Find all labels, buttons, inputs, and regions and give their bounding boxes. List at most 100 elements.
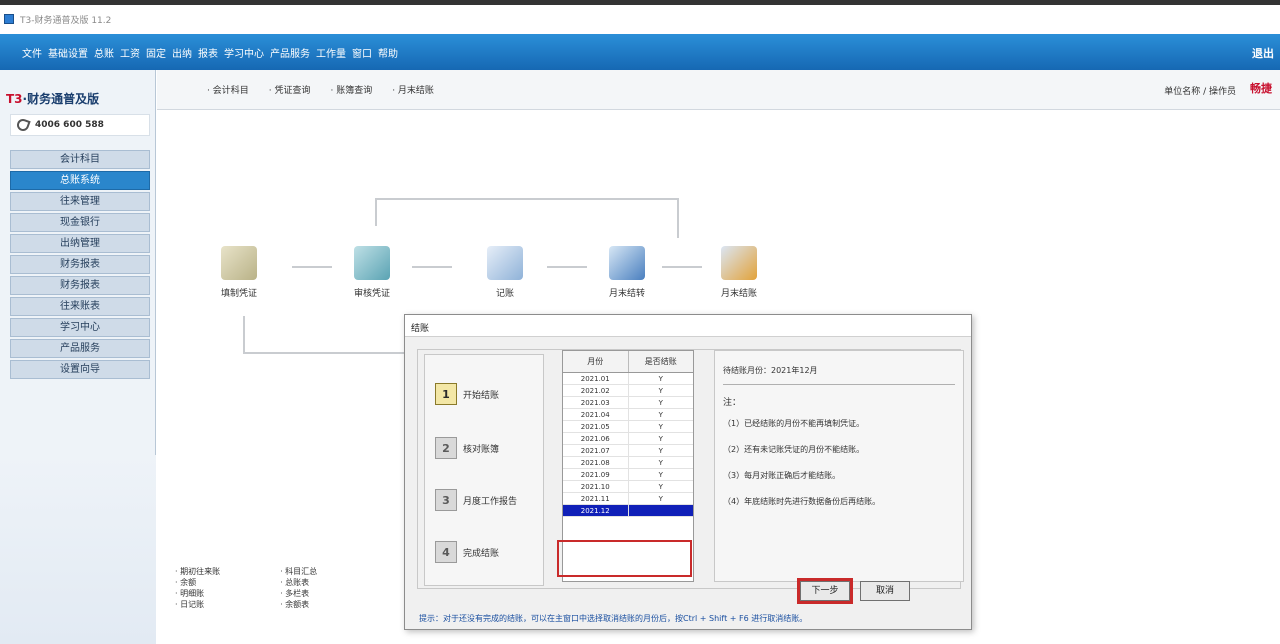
quick-link[interactable]: · 余额: [175, 577, 220, 588]
month-cell: 2021.06: [563, 433, 629, 444]
sidebar-item[interactable]: 往来账表: [10, 297, 150, 316]
sidebar: T3·财务通普及版 4006 600 588 会计科目 总账系统 往来管理 现金…: [0, 70, 156, 644]
menu-bar: 文件 基础设置 总账 工资 固定 出纳 报表 学习中心 产品服务 工作量 窗口 …: [0, 34, 1280, 70]
step-label: 月度工作报告: [463, 496, 518, 507]
flow-connector: [662, 266, 702, 268]
sidebar-item[interactable]: 出纳管理: [10, 234, 150, 253]
sidebar-item[interactable]: 学习中心: [10, 318, 150, 337]
flow-connector: [243, 316, 245, 352]
closed-cell: Y: [658, 399, 663, 407]
month-cell: 2021.02: [563, 385, 629, 396]
window-title: T3-财务通普及版 11.2: [20, 16, 112, 26]
table-row[interactable]: 2021.03 Y: [563, 397, 693, 409]
workflow-node[interactable]: 填制凭证: [209, 246, 269, 299]
table-row[interactable]: 2021.10 Y: [563, 481, 693, 493]
table-row[interactable]: 2021.01 Y: [563, 373, 693, 385]
table-row[interactable]: 2021.07 Y: [563, 445, 693, 457]
table-row[interactable]: 2021.06 Y: [563, 433, 693, 445]
sidebar-item[interactable]: 财务报表: [10, 255, 150, 274]
month-cell: 2021.07: [563, 445, 629, 456]
closed-cell: Y: [658, 471, 663, 479]
menu-item[interactable]: 固定: [146, 45, 166, 60]
workflow-node-label: 记账: [495, 289, 514, 299]
workflow-node-label: 审核凭证: [353, 289, 390, 299]
closed-cell: Y: [658, 423, 663, 431]
dialog-hint: 提示：对于还没有完成的结账，可以在主窗口中选择取消结账的月份后，按Ctrl + …: [419, 614, 808, 623]
table-row[interactable]: 2021.05 Y: [563, 421, 693, 433]
toolbar-tab[interactable]: · 凭证查询: [269, 83, 311, 96]
table-row[interactable]: 2021.08 Y: [563, 457, 693, 469]
menu-item[interactable]: 工作量: [316, 45, 346, 60]
month-cell: 2021.01: [563, 373, 629, 384]
toolbar-tab[interactable]: · 月末结账: [392, 83, 434, 96]
table-row[interactable]: 2021.11 Y: [563, 493, 693, 505]
notes-heading: 注：: [723, 398, 742, 408]
workflow-node[interactable]: 月末结账: [709, 246, 769, 299]
sidebar-item[interactable]: 设置向导: [10, 360, 150, 379]
closed-cell: Y: [658, 411, 663, 419]
workflow-node[interactable]: 记账: [475, 246, 535, 299]
logo-prefix: T3: [6, 92, 23, 106]
next-button[interactable]: 下一步: [800, 581, 850, 601]
menu-item[interactable]: 出纳: [172, 45, 192, 60]
wizard-steps: 1 开始结账 2 核对账簿 3 月度工作报告 4 完成结账: [424, 354, 544, 586]
quick-links: · 期初往来账 · 余额 · 明细账 · 日记账 · 科目汇总 · 总账表 · …: [175, 566, 317, 610]
sidebar-item-active[interactable]: 总账系统: [10, 171, 150, 190]
menu-item[interactable]: 报表: [198, 45, 218, 60]
quick-link[interactable]: · 日记账: [175, 599, 220, 610]
exit-button[interactable]: 退出: [1252, 45, 1274, 61]
flow-connector: [547, 266, 587, 268]
toolbar-tab[interactable]: · 会计科目: [207, 83, 249, 96]
hotline: 4006 600 588: [10, 114, 150, 136]
brand-logo: 畅捷: [1250, 82, 1272, 95]
closed-cell: Y: [658, 375, 663, 383]
month-cell: 2021.05: [563, 421, 629, 432]
sidebar-item[interactable]: 财务报表: [10, 276, 150, 295]
table-header: 月份 是否结账: [563, 351, 693, 373]
month-cell: 2021.11: [563, 493, 629, 504]
menu-item[interactable]: 帮助: [378, 45, 398, 60]
closed-cell: Y: [658, 495, 663, 503]
closed-cell: Y: [658, 459, 663, 467]
menu-item[interactable]: 文件: [22, 45, 42, 60]
dialog-buttons: 下一步 取消: [800, 581, 910, 601]
table-row-selected[interactable]: 2021.12: [563, 505, 693, 517]
quick-link[interactable]: · 多栏表: [280, 588, 317, 599]
product-logo: T3·财务通普及版: [6, 90, 99, 107]
close-books-info: 待结账月份：2021年12月 注： （1）已经结账的月份不能再填制凭证。 （2）…: [714, 350, 964, 582]
menu-item[interactable]: 基础设置: [48, 45, 88, 60]
cancel-button[interactable]: 取消: [860, 581, 910, 601]
toolbar-tab[interactable]: · 账簿查询: [330, 83, 372, 96]
sidebar-item[interactable]: 往来管理: [10, 192, 150, 211]
sidebar-item[interactable]: 会计科目: [10, 150, 150, 169]
note-line: （1）已经结账的月份不能再填制凭证。: [723, 419, 865, 428]
quick-link[interactable]: · 余额表: [280, 599, 317, 610]
workflow-node[interactable]: 审核凭证: [342, 246, 402, 299]
table-row[interactable]: 2021.09 Y: [563, 469, 693, 481]
sidebar-item[interactable]: 现金银行: [10, 213, 150, 232]
table-row[interactable]: 2021.02 Y: [563, 385, 693, 397]
menu-item[interactable]: 窗口: [352, 45, 372, 60]
menu-item[interactable]: 工资: [120, 45, 140, 60]
sidebar-item[interactable]: 产品服务: [10, 339, 150, 358]
selection-highlight: [557, 540, 692, 577]
workflow-node[interactable]: 月末结转: [597, 246, 657, 299]
quick-link[interactable]: · 明细账: [175, 588, 220, 599]
column-header-closed: 是否结账: [644, 357, 677, 366]
step-icon: 3: [435, 489, 457, 511]
quick-link[interactable]: · 总账表: [280, 577, 317, 588]
flow-connector: [677, 198, 679, 238]
table-row[interactable]: 2021.04 Y: [563, 409, 693, 421]
quick-link[interactable]: · 期初往来账: [175, 566, 220, 577]
workflow-node-label: 月末结账: [720, 289, 757, 299]
menu-item[interactable]: 学习中心: [224, 45, 264, 60]
table-rows: 2021.01 Y 2021.02 Y 2021.03 Y 2021.04 Y 2021.05 Y…: [563, 373, 693, 517]
quick-link[interactable]: · 科目汇总: [280, 566, 317, 577]
step-label: 完成结账: [463, 548, 500, 559]
posting-icon: [487, 246, 523, 280]
menu-item[interactable]: 产品服务: [270, 45, 310, 60]
menu-item[interactable]: 总账: [94, 45, 114, 60]
user-info: 单位名称 / 操作员: [1164, 87, 1236, 97]
sidebar-nav: 会计科目 总账系统 往来管理 现金银行 出纳管理 财务报表 财务报表 往来账表 …: [10, 150, 150, 381]
note-line: （4）年底结账时先进行数据备份后再结账。: [723, 497, 881, 506]
